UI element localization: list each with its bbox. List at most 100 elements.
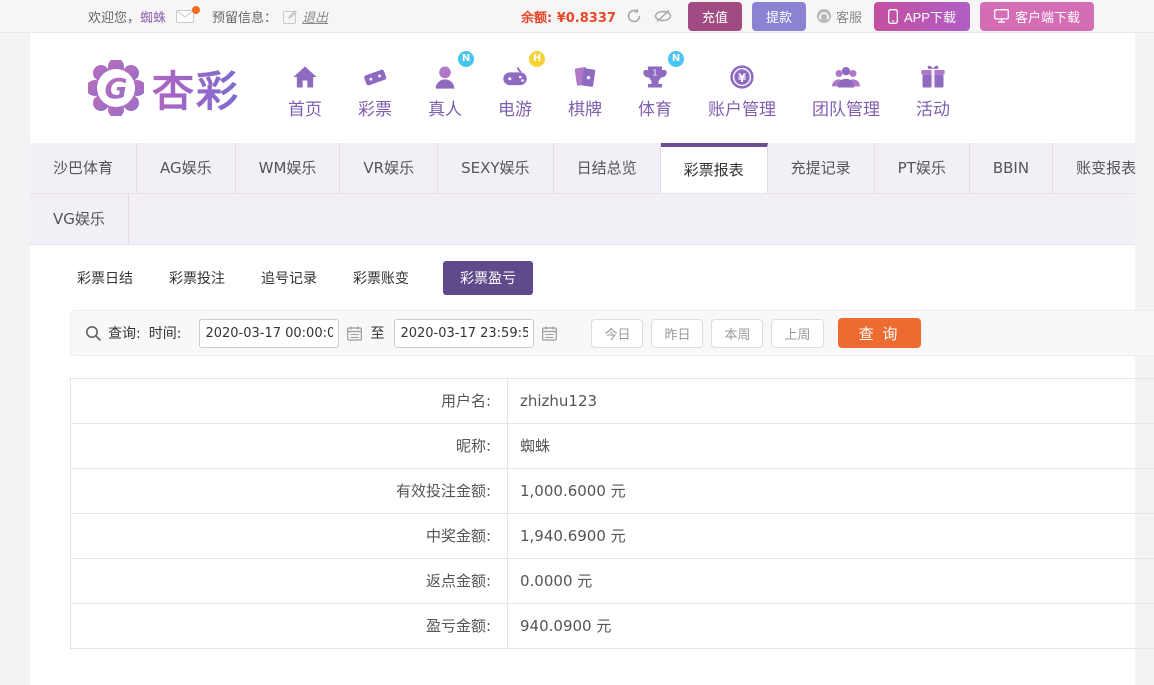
- svg-text:¥: ¥: [738, 70, 746, 84]
- headset-icon: [816, 8, 832, 24]
- row-label: 返点金额:: [71, 559, 508, 603]
- cards-icon: [571, 63, 599, 91]
- nav-item-egames[interactable]: H 电游: [498, 50, 546, 120]
- tab-account-change-report[interactable]: 账变报表: [1053, 143, 1154, 193]
- end-time-input[interactable]: [394, 318, 535, 348]
- table-row-username: 用户名: zhizhu123: [71, 379, 1154, 424]
- tab-ag[interactable]: AG娱乐: [137, 143, 236, 193]
- gamepad-icon: [499, 63, 531, 91]
- report-tabbar: 沙巴体育 AG娱乐 WM娱乐 VR娱乐 SEXY娱乐 日结总览 彩票报表 充提记…: [30, 143, 1136, 245]
- tab-vr[interactable]: VR娱乐: [340, 143, 439, 193]
- subtab-lottery-bets[interactable]: 彩票投注: [167, 261, 227, 295]
- search-icon: [85, 325, 102, 342]
- nav-item-live[interactable]: N 真人: [428, 50, 475, 120]
- nav-label: 团队管理: [812, 99, 881, 120]
- withdraw-button[interactable]: 提款: [751, 1, 806, 31]
- search-button[interactable]: 查 询: [837, 318, 921, 348]
- nav-item-promotions[interactable]: 活动: [916, 57, 950, 120]
- client-download-label: 客户端下载: [1014, 9, 1080, 25]
- team-icon: [830, 63, 862, 91]
- last-week-button[interactable]: 上周: [771, 318, 824, 348]
- this-week-button[interactable]: 本周: [711, 318, 764, 348]
- reserved-info-label: 预留信息：: [212, 10, 278, 26]
- brand-name: 杏彩: [152, 58, 240, 119]
- envelope-icon[interactable]: [176, 5, 201, 23]
- recharge-button[interactable]: 充值: [687, 1, 742, 31]
- nav-label: 真人: [428, 99, 463, 120]
- query-panel: 查询: 时间: 至 今日 昨日 本周 上周 查 询: [70, 310, 1154, 356]
- lottery-subtabs: 彩票日结 彩票投注 追号记录 彩票账变 彩票盈亏: [30, 245, 1135, 295]
- tab-shaba-sports[interactable]: 沙巴体育: [30, 143, 138, 193]
- profit-loss-table: 用户名: zhizhu123 昵称: 蜘蛛 有效投注金额: 1,000.6000…: [70, 378, 1154, 649]
- row-label: 中奖金额:: [71, 514, 508, 558]
- nav-item-cards[interactable]: 棋牌: [568, 57, 602, 120]
- today-button[interactable]: 今日: [591, 318, 644, 348]
- eye-off-icon[interactable]: [654, 9, 672, 23]
- time-label: 时间:: [148, 326, 182, 342]
- username: 蜘蛛: [140, 10, 167, 26]
- table-row-profit-loss-amount: 盈亏金额: 940.0900 元: [71, 604, 1154, 649]
- table-row-winning-amount: 中奖金额: 1,940.6900 元: [71, 514, 1154, 559]
- nav-label: 电游: [498, 99, 533, 120]
- edit-icon[interactable]: [283, 9, 298, 24]
- subtab-lottery-account-change[interactable]: 彩票账变: [351, 261, 411, 295]
- calendar-icon[interactable]: [347, 326, 363, 341]
- new-badge: N: [458, 50, 475, 67]
- nav-label: 彩票: [358, 99, 393, 120]
- new-badge: N: [668, 50, 685, 67]
- logout-link[interactable]: 退出: [302, 7, 328, 26]
- subtab-lottery-profit-loss[interactable]: 彩票盈亏: [443, 261, 533, 295]
- balance-value: ¥0.8337: [556, 10, 616, 26]
- nav-item-team[interactable]: 团队管理: [812, 57, 880, 120]
- row-value: 0.0000 元: [520, 572, 593, 590]
- tab-wm[interactable]: WM娱乐: [236, 143, 341, 193]
- tab-row-2: VG娱乐: [30, 193, 1135, 244]
- svg-text:1: 1: [652, 67, 657, 77]
- nav-label: 首页: [288, 99, 323, 120]
- row-value: 蜘蛛: [520, 437, 551, 455]
- tab-sexy[interactable]: SEXY娱乐: [438, 143, 554, 193]
- client-download-button[interactable]: 客户端下载: [979, 1, 1094, 31]
- nav-item-lottery[interactable]: 彩票: [358, 57, 392, 120]
- row-value: 1,000.6000 元: [520, 482, 626, 500]
- topbar: 欢迎您， 蜘蛛 预留信息： 退出 余额: ¥0.8337 充值 提款 客服 APP…: [0, 0, 1154, 33]
- tab-lottery-report[interactable]: 彩票报表: [660, 143, 768, 193]
- balance-label: 余额:: [520, 10, 553, 26]
- hot-badge: H: [529, 50, 546, 67]
- nav-item-account[interactable]: ¥ 账户管理: [708, 57, 776, 120]
- svg-text:G: G: [105, 72, 128, 105]
- app-download-label: APP下载: [903, 9, 956, 25]
- app-download-button[interactable]: APP下载: [873, 1, 970, 31]
- nav-item-home[interactable]: 首页: [288, 57, 322, 120]
- subtab-chase-records[interactable]: 追号记录: [259, 261, 319, 295]
- customer-service-link[interactable]: 客服: [816, 7, 862, 26]
- gift-icon: [919, 63, 947, 91]
- brand-logo[interactable]: G 杏彩: [86, 58, 240, 119]
- subtab-lottery-daily[interactable]: 彩票日结: [75, 261, 135, 295]
- row-value: zhizhu123: [520, 392, 598, 410]
- table-row-nickname: 昵称: 蜘蛛: [71, 424, 1154, 469]
- unread-dot: [192, 5, 201, 14]
- nav-label: 活动: [916, 99, 951, 120]
- calendar-icon[interactable]: [542, 326, 558, 341]
- page-container: G 杏彩 首页 彩票 N 真人 H 电游 棋牌 1 N 体育 ¥ 账户管理 团队…: [30, 33, 1154, 685]
- row-label: 用户名:: [71, 379, 508, 423]
- row-label: 盈亏金额:: [71, 604, 508, 648]
- nav-item-sports[interactable]: 1 N 体育: [638, 50, 685, 120]
- tab-daily-summary[interactable]: 日结总览: [554, 143, 661, 193]
- coin-icon: ¥: [728, 63, 756, 91]
- nav-label: 账户管理: [708, 99, 777, 120]
- phone-icon: [888, 8, 898, 24]
- ticket-icon: [360, 63, 390, 91]
- tab-bbin[interactable]: BBIN: [970, 143, 1054, 193]
- tab-deposit-withdraw-records[interactable]: 充提记录: [768, 143, 875, 193]
- start-time-input[interactable]: [199, 318, 340, 348]
- refresh-icon[interactable]: [626, 8, 642, 24]
- table-row-rebate-amount: 返点金额: 0.0000 元: [71, 559, 1154, 604]
- tab-vg[interactable]: VG娱乐: [30, 194, 129, 244]
- tab-pt[interactable]: PT娱乐: [875, 143, 970, 193]
- main-nav: 首页 彩票 N 真人 H 电游 棋牌 1 N 体育 ¥ 账户管理 团队管理 活动: [288, 50, 950, 120]
- yesterday-button[interactable]: 昨日: [651, 318, 704, 348]
- site-header: G 杏彩 首页 彩票 N 真人 H 电游 棋牌 1 N 体育 ¥ 账户管理 团队…: [30, 33, 1135, 143]
- query-label: 查询:: [108, 326, 141, 342]
